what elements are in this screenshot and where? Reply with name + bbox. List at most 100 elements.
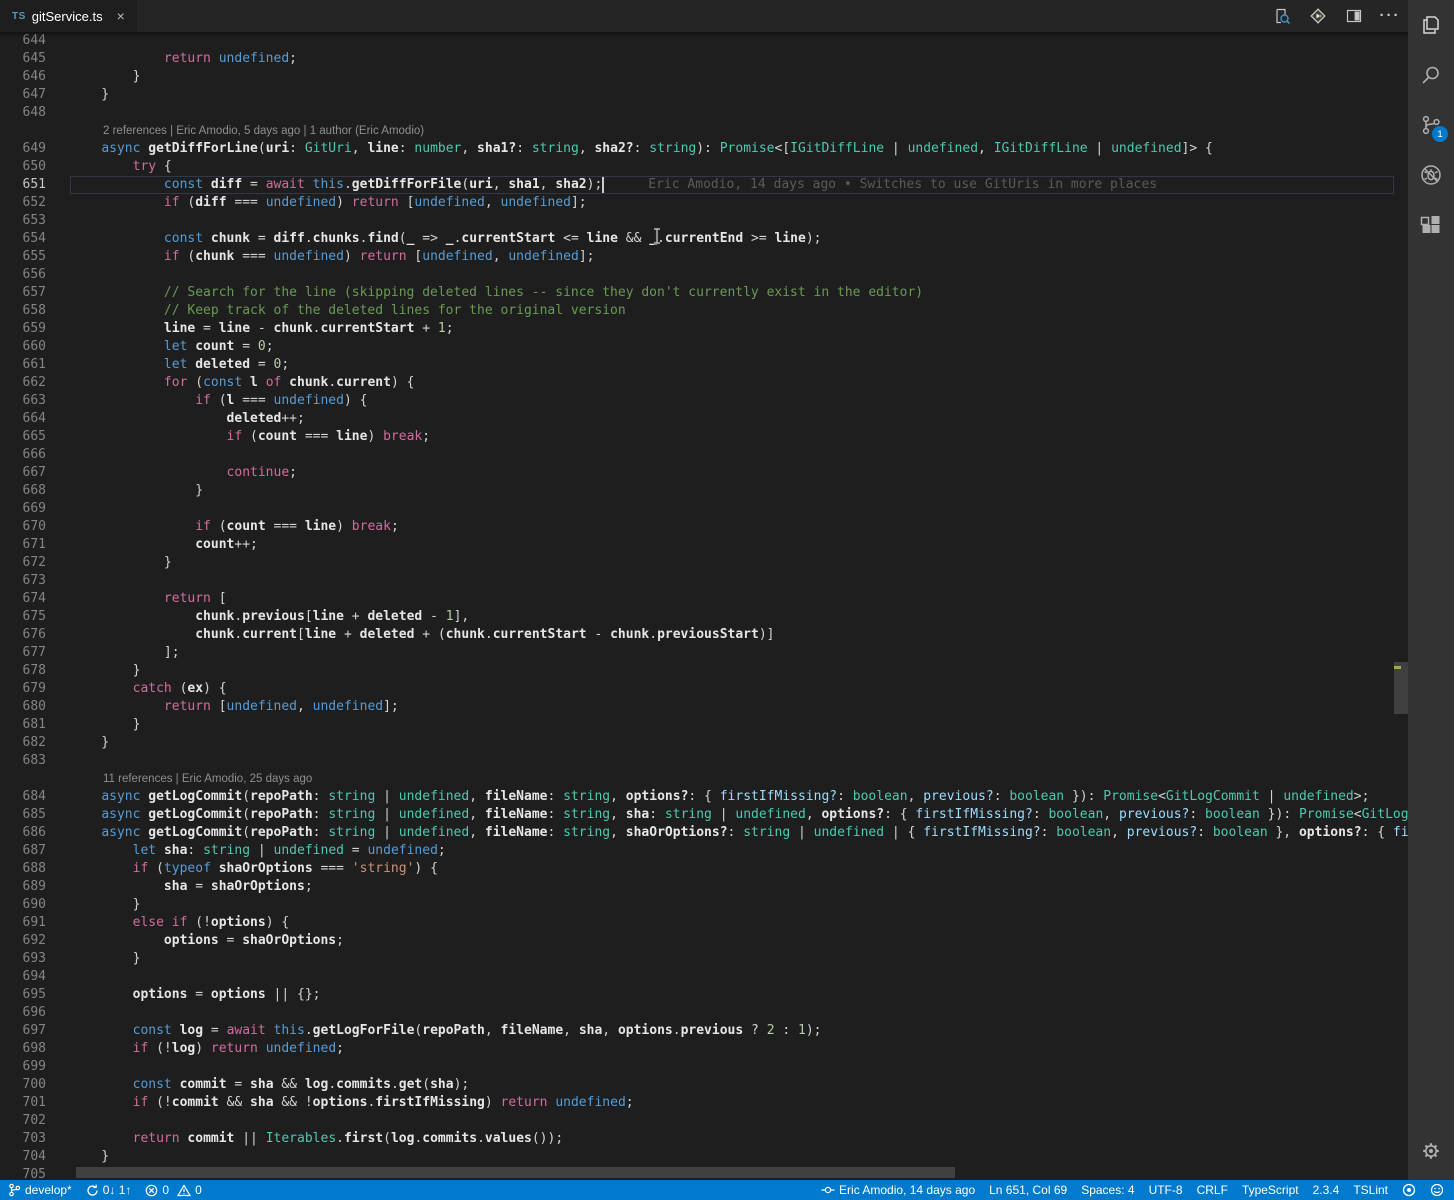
code-line[interactable]: try {	[46, 158, 1408, 176]
code-line[interactable]	[46, 32, 1408, 50]
code-line[interactable]: else if (!options) {	[46, 914, 1408, 932]
code-line[interactable]: }	[46, 68, 1408, 86]
tab-gitservice[interactable]: TS gitService.ts ×	[0, 0, 137, 32]
code-line[interactable]	[46, 752, 1408, 770]
code-line[interactable]: let deleted = 0;	[46, 356, 1408, 374]
code-line[interactable]: sha = shaOrOptions;	[46, 878, 1408, 896]
code-line[interactable]: if (count === line) break;	[46, 518, 1408, 536]
feedback-smiley-icon[interactable]	[1430, 1183, 1444, 1197]
code-line[interactable]: }	[46, 86, 1408, 104]
code-line[interactable]: if (typeof shaOrOptions === 'string') {	[46, 860, 1408, 878]
code-line[interactable]: ];	[46, 644, 1408, 662]
code-line[interactable]: options = options || {};	[46, 986, 1408, 1004]
code-line[interactable]	[46, 446, 1408, 464]
cursor-position-item[interactable]: Ln 651, Col 69	[989, 1183, 1067, 1197]
typescript-version-item[interactable]: 2.3.4	[1313, 1183, 1340, 1197]
code-line[interactable]	[46, 212, 1408, 230]
code-row: 691 else if (!options) {	[0, 914, 1408, 932]
code-line[interactable]: }	[46, 662, 1408, 680]
vertical-scrollbar[interactable]	[1394, 32, 1408, 1180]
code-line[interactable]: let count = 0;	[46, 338, 1408, 356]
code-line[interactable]: for (const l of chunk.current) {	[46, 374, 1408, 392]
code-line[interactable]: const log = await this.getLogForFile(rep…	[46, 1022, 1408, 1040]
split-editor-icon[interactable]	[1344, 6, 1364, 26]
code-line[interactable]: return commit || Iterables.first(log.com…	[46, 1130, 1408, 1148]
problems-item[interactable]: 0 0	[145, 1183, 202, 1197]
code-line[interactable]: if (l === undefined) {	[46, 392, 1408, 410]
code-line[interactable]: }	[46, 734, 1408, 752]
code-line[interactable]: const diff = await this.getDiffForFile(u…	[46, 176, 1408, 194]
more-actions-icon[interactable]: ···	[1380, 6, 1400, 26]
code-line[interactable]: return [	[46, 590, 1408, 608]
code-line[interactable]: chunk.previous[line + deleted - 1],	[46, 608, 1408, 626]
code-line[interactable]: return undefined;	[46, 50, 1408, 68]
code-line[interactable]: const commit = sha && log.commits.get(sh…	[46, 1076, 1408, 1094]
code-line[interactable]: if (diff === undefined) return [undefine…	[46, 194, 1408, 212]
extensions-icon[interactable]	[1408, 200, 1454, 250]
codelens[interactable]: 11 references | Eric Amodio, 25 days ago	[46, 770, 1408, 788]
code-line[interactable]: }	[46, 554, 1408, 572]
code-line[interactable]: async getLogCommit(repoPath: string | un…	[46, 824, 1408, 842]
line-number: 687	[22, 843, 46, 858]
code-line[interactable]: line = line - chunk.currentStart + 1;	[46, 320, 1408, 338]
code-line[interactable]: }	[46, 482, 1408, 500]
code-line[interactable]	[46, 968, 1408, 986]
blame-status-item[interactable]: Eric Amodio, 14 days ago	[821, 1183, 975, 1197]
code-line[interactable]: const chunk = diff.chunks.find(_ => _.cu…	[46, 230, 1408, 248]
telemetry-icon[interactable]	[1402, 1183, 1416, 1197]
code-line[interactable]: count++;	[46, 536, 1408, 554]
code-line[interactable]: if (!log) return undefined;	[46, 1040, 1408, 1058]
git-branch-item[interactable]: develop*	[8, 1183, 72, 1197]
code-line[interactable]	[46, 1112, 1408, 1130]
vertical-scrollbar-thumb[interactable]	[1394, 662, 1408, 714]
code-line[interactable]: // Search for the line (skipping deleted…	[46, 284, 1408, 302]
code-line[interactable]	[46, 104, 1408, 122]
code-line[interactable]: chunk.current[line + deleted + (chunk.cu…	[46, 626, 1408, 644]
line-number: 671	[22, 537, 46, 552]
indentation-item[interactable]: Spaces: 4	[1081, 1183, 1134, 1197]
files-icon[interactable]	[1408, 0, 1454, 50]
code-line[interactable]	[46, 266, 1408, 284]
code-line[interactable]: async getLogCommit(repoPath: string | un…	[46, 806, 1408, 824]
code-line[interactable]: // Keep track of the deleted lines for t…	[46, 302, 1408, 320]
code-line[interactable]: }	[46, 950, 1408, 968]
tslint-item[interactable]: TSLint	[1353, 1183, 1388, 1197]
code-editor[interactable]: 644 645 return undefined; 646 } 647 } 648 2 r…	[0, 32, 1408, 1180]
code-line[interactable]: async getLogCommit(repoPath: string | un…	[46, 788, 1408, 806]
horizontal-scrollbar[interactable]	[0, 1167, 1394, 1178]
code-line[interactable]: if (chunk === undefined) return [undefin…	[46, 248, 1408, 266]
gitlens-icon[interactable]	[1308, 6, 1328, 26]
settings-gear-icon[interactable]	[1408, 1128, 1454, 1174]
line-number: 679	[22, 681, 46, 696]
debug-icon[interactable]	[1408, 150, 1454, 200]
language-mode-item[interactable]: TypeScript	[1242, 1183, 1299, 1197]
close-tab-icon[interactable]: ×	[117, 9, 125, 23]
code-line[interactable]: }	[46, 716, 1408, 734]
source-control-icon[interactable]: 1	[1408, 100, 1454, 150]
eol-item[interactable]: CRLF	[1197, 1183, 1228, 1197]
code-line[interactable]: }	[46, 1148, 1408, 1166]
code-line[interactable]	[46, 572, 1408, 590]
code-line[interactable]	[46, 1058, 1408, 1076]
line-number: 695	[22, 987, 46, 1002]
encoding-item[interactable]: UTF-8	[1149, 1183, 1183, 1197]
code-line[interactable]: continue;	[46, 464, 1408, 482]
vscode-window: TS gitService.ts × ··· 644 645 return un…	[0, 0, 1454, 1200]
code-line[interactable]: async getDiffForLine(uri: GitUri, line: …	[46, 140, 1408, 158]
code-line[interactable]	[46, 500, 1408, 518]
code-line[interactable]: let sha: string | undefined = undefined;	[46, 842, 1408, 860]
code-line[interactable]: options = shaOrOptions;	[46, 932, 1408, 950]
code-line[interactable]: if (count === line) break;	[46, 428, 1408, 446]
sync-item[interactable]: 0↓ 1↑	[86, 1183, 131, 1197]
code-line[interactable]	[46, 1004, 1408, 1022]
code-line[interactable]: if (!commit && sha && !options.firstIfMi…	[46, 1094, 1408, 1112]
code-line[interactable]: }	[46, 896, 1408, 914]
horizontal-scrollbar-thumb[interactable]	[76, 1167, 955, 1178]
codelens-row: 11 references | Eric Amodio, 25 days ago	[0, 770, 1408, 788]
open-preview-icon[interactable]	[1272, 6, 1292, 26]
search-icon[interactable]	[1408, 50, 1454, 100]
code-line[interactable]: deleted++;	[46, 410, 1408, 428]
codelens[interactable]: 2 references | Eric Amodio, 5 days ago |…	[46, 122, 1408, 140]
code-line[interactable]: return [undefined, undefined];	[46, 698, 1408, 716]
code-line[interactable]: catch (ex) {	[46, 680, 1408, 698]
